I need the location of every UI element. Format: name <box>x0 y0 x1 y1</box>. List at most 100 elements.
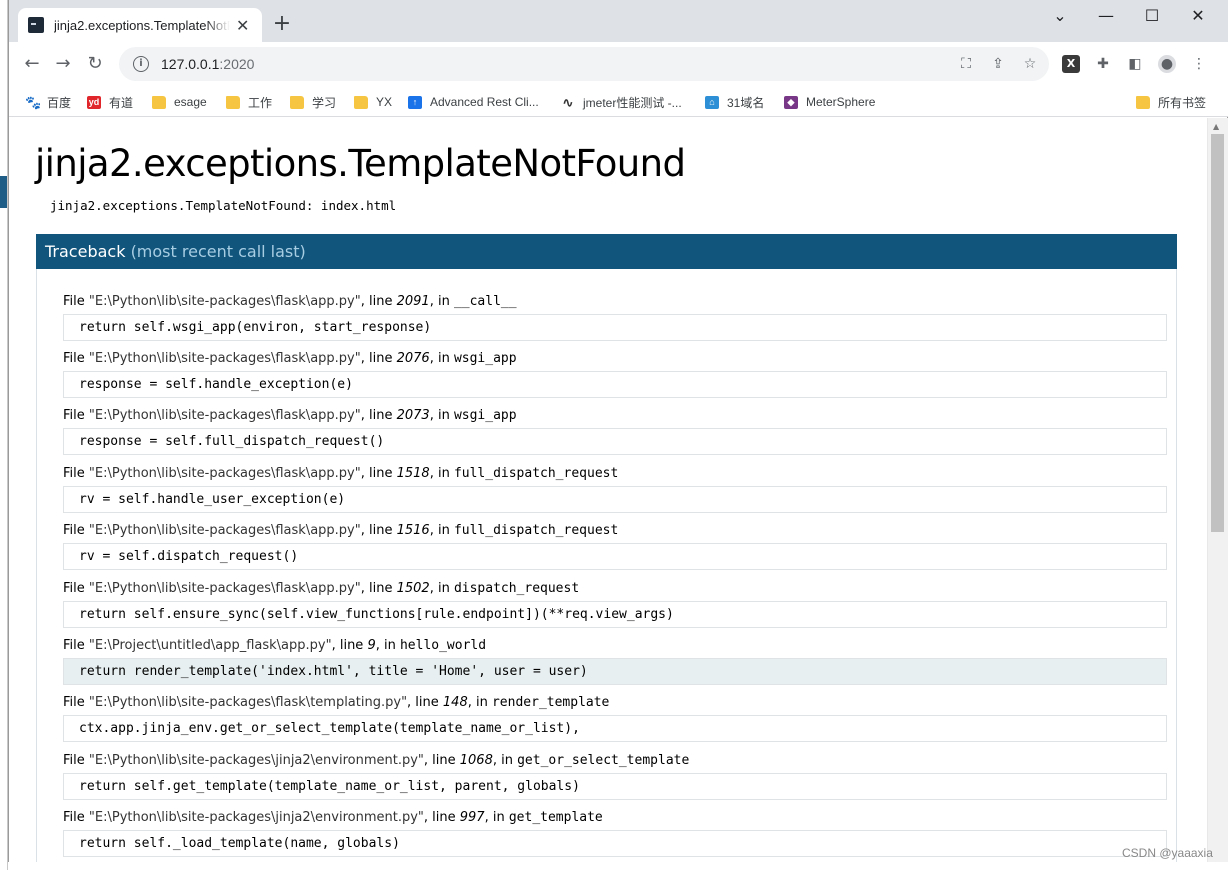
frame-in-label: , in <box>429 351 454 366</box>
traceback-frame[interactable]: File "E:\Python\lib\site-packages\flask\… <box>63 580 1167 628</box>
youdao-icon: yd <box>87 95 101 109</box>
baidu-icon: 🐾 <box>25 94 42 110</box>
bookmark-label: 学习 <box>312 95 337 110</box>
frame-in-label: , in <box>429 294 454 309</box>
frame-function: get_template <box>508 810 603 825</box>
terminal-favicon-icon <box>28 17 44 33</box>
frame-source-line[interactable]: ctx.app.jinja_env.get_or_select_template… <box>63 715 1167 742</box>
frame-header: File "E:\Python\lib\site-packages\flask\… <box>63 522 1167 539</box>
vertical-scrollbar[interactable]: ▲ <box>1207 118 1228 862</box>
frame-source-line[interactable]: rv = self.handle_user_exception(e) <box>63 486 1167 513</box>
traceback-frame[interactable]: File "E:\Python\lib\site-packages\flask\… <box>63 407 1167 455</box>
tab-close-icon[interactable]: ✕ <box>236 16 249 35</box>
traceback-frames: File "E:\Python\lib\site-packages\flask\… <box>36 269 1177 862</box>
frame-source-line[interactable]: rv = self.dispatch_request() <box>63 543 1167 570</box>
frame-source-line[interactable]: response = self.handle_exception(e) <box>63 371 1167 398</box>
reload-icon[interactable]: ↻ <box>82 51 108 77</box>
frame-function: render_template <box>491 695 610 710</box>
frame-header: File "E:\Python\lib\site-packages\flask\… <box>63 694 1167 711</box>
scrollbar-thumb[interactable] <box>1211 134 1224 532</box>
folder-icon <box>354 95 368 109</box>
address-bar[interactable]: i 127.0.0.1:2020 ⛶ ⇪ ☆ <box>119 47 1049 81</box>
frame-header: File "E:\Python\lib\site-packages\flask\… <box>63 407 1167 424</box>
frame-line-label: , line <box>360 351 397 366</box>
side-panel-icon[interactable]: ◧ <box>1126 55 1144 73</box>
tab-title: jinja2.exceptions.TemplateNotFound <box>54 17 230 33</box>
extension-x-icon[interactable]: X <box>1062 55 1080 73</box>
share-icon[interactable]: ⇪ <box>989 55 1007 73</box>
bookmark-star-icon[interactable]: ☆ <box>1021 55 1039 73</box>
frame-source-line[interactable]: response = self.full_dispatch_request() <box>63 428 1167 455</box>
extensions-puzzle-icon[interactable]: ✚ <box>1094 55 1112 73</box>
frame-function: full_dispatch_request <box>453 466 619 481</box>
bookmark-yx[interactable]: YX <box>354 92 392 112</box>
bookmark-baidu[interactable]: 🐾 百度 <box>25 92 71 112</box>
frame-filename: "E:\Python\lib\site-packages\jinja2\envi… <box>88 810 424 825</box>
bookmark-work[interactable]: 工作 <box>226 92 272 112</box>
frame-function: __call__ <box>453 294 517 309</box>
frame-source-line[interactable]: return self.ensure_sync(self.view_functi… <box>63 601 1167 628</box>
new-tab-button[interactable]: + <box>269 11 295 37</box>
back-arrow-icon[interactable]: ← <box>19 51 45 77</box>
translate-icon[interactable]: ⛶ <box>957 55 975 73</box>
traceback-frame[interactable]: File "E:\Project\untitled\app_flask\app.… <box>63 637 1167 685</box>
bookmark-esage[interactable]: esage <box>152 92 207 112</box>
frame-line-label: , line <box>360 523 397 538</box>
site-info-icon[interactable]: i <box>133 56 149 72</box>
bookmark-label: 有道 <box>109 95 134 110</box>
frame-line-label: , line <box>360 294 397 309</box>
menu-kebab-icon[interactable]: ⋮ <box>1190 55 1208 73</box>
bookmark-jmeter[interactable]: ∿ jmeter性能测试 -... <box>561 92 682 112</box>
frame-source-line[interactable]: return self._load_template(name, globals… <box>63 830 1167 857</box>
frame-file-label: File <box>63 695 89 710</box>
traceback-frame[interactable]: File "E:\Python\lib\site-packages\flask\… <box>63 293 1167 341</box>
traceback-frame[interactable]: File "E:\Python\lib\site-packages\flask\… <box>63 350 1167 398</box>
bookmark-31domain[interactable]: ⌂ 31域名 <box>705 92 764 112</box>
traceback-frame[interactable]: File "E:\Python\lib\site-packages\flask\… <box>63 694 1167 742</box>
frame-filename: "E:\Python\lib\site-packages\jinja2\envi… <box>88 753 424 768</box>
frame-file-label: File <box>63 466 89 481</box>
frame-function: full_dispatch_request <box>453 523 619 538</box>
frame-in-label: , in <box>429 466 454 481</box>
frame-file-label: File <box>63 351 89 366</box>
arc-icon: ↑ <box>408 95 422 109</box>
all-bookmarks-label: 所有书签 <box>1158 95 1207 110</box>
bookmark-label: 31域名 <box>727 95 765 110</box>
frame-in-label: , in <box>429 523 454 538</box>
frame-function: hello_world <box>399 638 487 653</box>
traceback-subtitle: (most recent call last) <box>130 242 306 261</box>
frame-source-line[interactable]: return self.get_template(template_name_o… <box>63 773 1167 800</box>
forward-arrow-icon[interactable]: → <box>50 51 76 77</box>
frame-line-number: 1068 <box>459 753 493 768</box>
traceback-frame[interactable]: File "E:\Python\lib\site-packages\jinja2… <box>63 809 1167 857</box>
bookmark-label: Advanced Rest Cli... <box>430 95 539 109</box>
url-port: :2020 <box>219 56 255 72</box>
minimize-button[interactable]: — <box>1083 4 1129 30</box>
page-title: jinja2.exceptions.TemplateNotFound <box>35 142 686 185</box>
frame-source-line[interactable]: return render_template('index.html', tit… <box>63 658 1167 685</box>
bookmark-study[interactable]: 学习 <box>290 92 336 112</box>
scroll-up-icon[interactable]: ▲ <box>1213 122 1219 131</box>
background-window-edge <box>0 0 8 870</box>
url-text[interactable]: 127.0.0.1:2020 <box>161 56 254 72</box>
frame-line-number: 2091 <box>396 294 430 309</box>
close-window-button[interactable]: ✕ <box>1175 4 1221 30</box>
frame-source-line[interactable]: return self.wsgi_app(environ, start_resp… <box>63 314 1167 341</box>
bookmark-youdao[interactable]: yd 有道 <box>87 92 133 112</box>
frame-header: File "E:\Python\lib\site-packages\jinja2… <box>63 809 1167 826</box>
traceback-frame[interactable]: File "E:\Python\lib\site-packages\flask\… <box>63 522 1167 570</box>
bookmark-advanced-rest-client[interactable]: ↑ Advanced Rest Cli... <box>408 92 539 112</box>
traceback-frame[interactable]: File "E:\Python\lib\site-packages\jinja2… <box>63 752 1167 800</box>
bookmark-metersphere[interactable]: ◆ MeterSphere <box>784 92 875 112</box>
frame-in-label: , in <box>429 408 454 423</box>
frame-line-label: , line <box>360 466 397 481</box>
profile-avatar-icon[interactable]: ● <box>1158 55 1176 73</box>
tab-search-chevron-icon[interactable]: ⌄ <box>1037 4 1083 30</box>
active-tab[interactable]: jinja2.exceptions.TemplateNotFound ✕ <box>18 8 262 42</box>
frame-file-label: File <box>63 408 89 423</box>
browser-window: jinja2.exceptions.TemplateNotFound ✕ + ⌄… <box>8 0 1228 862</box>
maximize-button[interactable]: ☐ <box>1129 4 1175 30</box>
frame-in-label: , in <box>375 638 400 653</box>
all-bookmarks[interactable]: 所有书签 <box>1136 92 1206 112</box>
traceback-frame[interactable]: File "E:\Python\lib\site-packages\flask\… <box>63 465 1167 513</box>
